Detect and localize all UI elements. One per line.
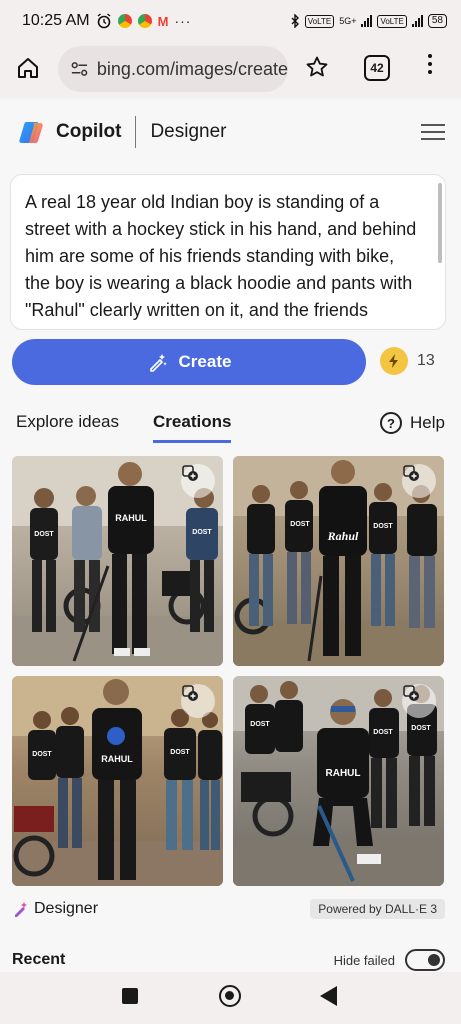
save-to-collection-button[interactable] bbox=[402, 684, 436, 718]
friend-hoodie-text: DOST bbox=[250, 721, 270, 728]
back-button[interactable] bbox=[320, 986, 337, 1006]
help-label: Help bbox=[410, 413, 445, 432]
creation-thumbnail-1[interactable]: DOST RAHUL DOST bbox=[12, 456, 223, 666]
friend-hoodie-text: DOST bbox=[34, 531, 54, 538]
alarm-icon bbox=[97, 13, 111, 29]
prompt-textarea[interactable]: A real 18 year old Indian boy is standin… bbox=[10, 174, 446, 330]
hamburger-menu-button[interactable] bbox=[421, 124, 445, 140]
main-hoodie-text: Rahul bbox=[327, 529, 359, 543]
gmail-icon: M bbox=[157, 13, 169, 29]
chrome-icon bbox=[117, 14, 132, 28]
tab-explore-ideas[interactable]: Explore ideas bbox=[16, 412, 119, 440]
volte-badge: VoLTE bbox=[304, 14, 335, 28]
home-button[interactable] bbox=[16, 56, 40, 85]
status-bar: 10:25 AM M ··· VoLTE 5G+ VoLTE 58 bbox=[0, 0, 461, 42]
add-to-collection-icon bbox=[403, 685, 419, 701]
help-icon: ? bbox=[380, 412, 403, 434]
add-to-collection-icon bbox=[182, 465, 198, 481]
creation-thumbnail-2[interactable]: DOST Rahul DOST bbox=[233, 456, 444, 666]
designer-footer-label: Designer bbox=[34, 900, 99, 917]
designer-logo-icon bbox=[15, 902, 27, 917]
copilot-logo-icon[interactable] bbox=[18, 118, 46, 146]
address-bar[interactable]: bing.com/images/create bbox=[58, 46, 288, 92]
volte-badge-2: VoLTE bbox=[377, 14, 407, 28]
main-hoodie-text: RAHUL bbox=[115, 513, 147, 523]
create-button[interactable]: Create bbox=[12, 339, 366, 385]
main-hoodie-text: RAHUL bbox=[101, 754, 133, 764]
system-navigation-bar bbox=[0, 972, 461, 1024]
add-to-collection-icon bbox=[403, 465, 419, 481]
lightning-icon bbox=[380, 347, 408, 375]
friend-hoodie-text: DOST bbox=[373, 523, 393, 530]
bookmark-button[interactable] bbox=[305, 55, 329, 84]
site-settings-icon[interactable] bbox=[70, 59, 89, 79]
browser-menu-button[interactable] bbox=[428, 54, 432, 74]
page-content: Copilot Designer A real 18 year old Indi… bbox=[0, 100, 461, 972]
hide-failed-label: Hide failed bbox=[333, 952, 395, 968]
create-label: Create bbox=[178, 352, 232, 371]
boost-counter[interactable]: 13 bbox=[380, 347, 435, 375]
save-to-collection-button[interactable] bbox=[181, 464, 215, 498]
tab-switcher-button[interactable]: 42 bbox=[364, 55, 390, 81]
browser-toolbar: bing.com/images/create 42 bbox=[0, 42, 461, 98]
hide-failed-toggle[interactable] bbox=[405, 949, 445, 971]
network-type: 5G+ bbox=[339, 16, 357, 26]
designer-footer-link[interactable]: Designer bbox=[12, 900, 98, 918]
prompt-scrollbar[interactable] bbox=[438, 183, 442, 263]
home-icon bbox=[18, 58, 38, 78]
status-time: 10:25 AM bbox=[22, 12, 90, 29]
main-hoodie-text: RAHUL bbox=[326, 768, 361, 779]
save-to-collection-button[interactable] bbox=[402, 464, 436, 498]
create-sparkle-icon bbox=[149, 354, 167, 372]
friend-hoodie-text: DOST bbox=[411, 725, 431, 732]
recent-section-header: Recent Hide failed bbox=[12, 948, 445, 972]
friend-hoodie-text: DOST bbox=[32, 751, 52, 758]
url-text: bing.com/images/create bbox=[96, 58, 288, 79]
friend-hoodie-text: DOST bbox=[373, 729, 393, 736]
prompt-text[interactable]: A real 18 year old Indian boy is standin… bbox=[25, 189, 419, 329]
brand-name[interactable]: Copilot bbox=[56, 121, 121, 143]
friend-hoodie-text: DOST bbox=[192, 529, 212, 536]
battery-icon: 58 bbox=[427, 14, 447, 28]
recent-title: Recent bbox=[12, 951, 66, 968]
chrome-icon bbox=[137, 14, 152, 28]
signal-icon-2 bbox=[411, 15, 423, 27]
bluetooth-icon bbox=[291, 14, 299, 28]
recents-button[interactable] bbox=[122, 988, 138, 1004]
creation-thumbnail-4[interactable]: DOST RAHUL DOST DOST bbox=[233, 676, 444, 886]
add-to-collection-icon bbox=[182, 685, 198, 701]
signal-icon bbox=[361, 15, 373, 27]
friend-hoodie-text: DOST bbox=[170, 749, 190, 756]
powered-by-badge: Powered by DALL·E 3 bbox=[310, 899, 445, 919]
friend-hoodie-text: DOST bbox=[290, 521, 310, 528]
help-button[interactable]: ? Help bbox=[380, 412, 445, 434]
image-footer: Designer Powered by DALL·E 3 bbox=[12, 898, 445, 920]
tab-bar: Explore ideas Creations ? Help bbox=[16, 412, 445, 448]
star-icon bbox=[306, 56, 328, 77]
product-name[interactable]: Designer bbox=[150, 121, 226, 143]
boost-count: 13 bbox=[417, 352, 435, 369]
home-nav-button[interactable] bbox=[219, 985, 241, 1007]
more-notifications-icon: ··· bbox=[174, 13, 192, 29]
app-header: Copilot Designer bbox=[18, 114, 445, 150]
save-to-collection-button[interactable] bbox=[181, 684, 215, 718]
header-divider bbox=[135, 116, 137, 148]
creation-thumbnail-3[interactable]: DOST RAHUL DOST bbox=[12, 676, 223, 886]
tab-creations[interactable]: Creations bbox=[153, 412, 232, 443]
